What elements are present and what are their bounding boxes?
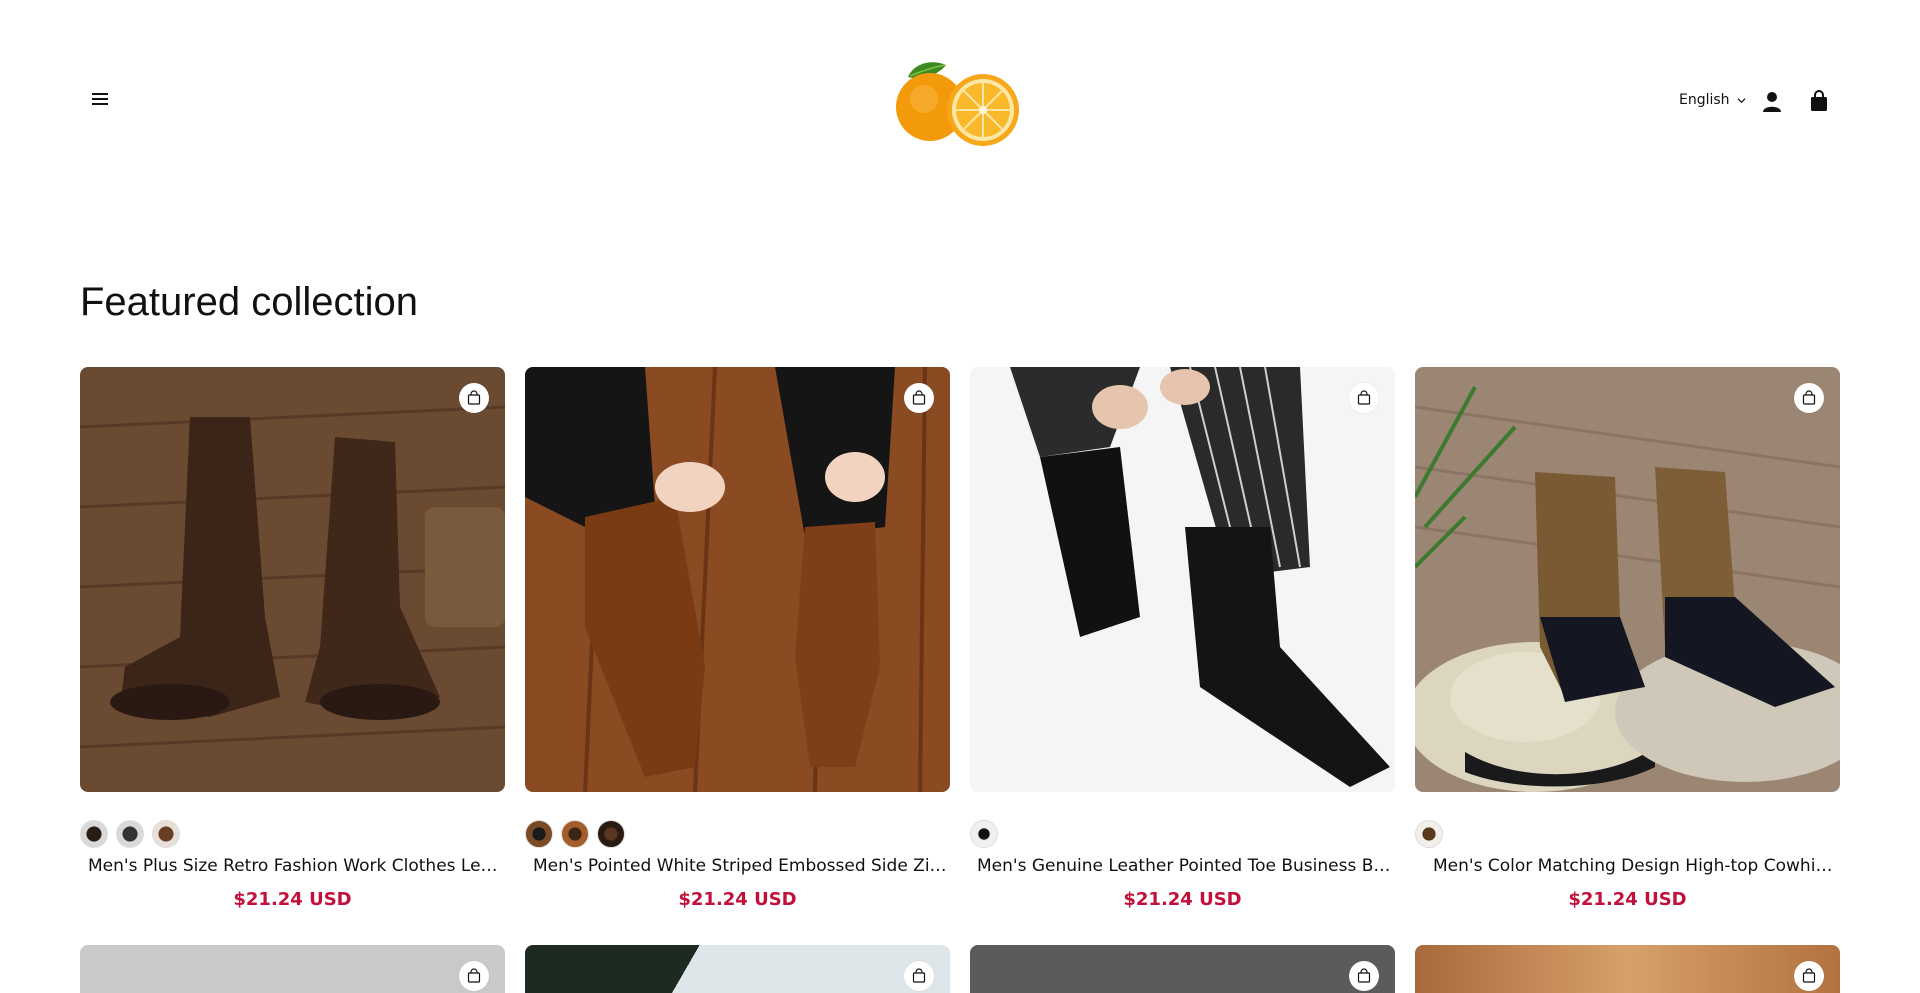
- account-button[interactable]: [1761, 91, 1783, 113]
- menu-button[interactable]: [88, 90, 112, 114]
- product-image[interactable]: [1415, 367, 1840, 792]
- color-swatch[interactable]: [525, 820, 553, 848]
- product-image[interactable]: [80, 367, 505, 792]
- orange-fruit-logo: [896, 62, 1019, 146]
- add-to-cart-icon: [1357, 968, 1371, 983]
- quick-add-button[interactable]: [904, 961, 934, 991]
- shopping-bag-icon: [1811, 90, 1827, 111]
- color-swatches: [970, 820, 998, 848]
- color-swatches: [525, 820, 625, 848]
- product-photo: [525, 367, 950, 792]
- product-card[interactable]: [80, 945, 505, 993]
- product-title[interactable]: Men's Pointed White Striped Embossed Sid…: [533, 856, 950, 876]
- quick-add-button[interactable]: [459, 383, 489, 413]
- product-photo: [1415, 367, 1840, 792]
- product-card[interactable]: Men's Color Matching Design High-top Cow…: [1415, 367, 1840, 910]
- product-image[interactable]: [970, 367, 1395, 792]
- quick-add-button[interactable]: [1794, 961, 1824, 991]
- site-header: English: [0, 0, 1920, 205]
- add-to-cart-icon: [912, 390, 926, 405]
- quick-add-button[interactable]: [904, 383, 934, 413]
- product-title[interactable]: Men's Plus Size Retro Fashion Work Cloth…: [88, 856, 505, 876]
- quick-add-button[interactable]: [1794, 383, 1824, 413]
- color-swatch[interactable]: [1415, 820, 1443, 848]
- add-to-cart-icon: [1357, 390, 1371, 405]
- product-price: $21.24 USD: [1123, 889, 1242, 910]
- quick-add-button[interactable]: [459, 961, 489, 991]
- product-price: $21.24 USD: [233, 889, 352, 910]
- language-label: English: [1679, 92, 1730, 108]
- product-photo: [970, 367, 1395, 792]
- quick-add-button[interactable]: [1349, 383, 1379, 413]
- hamburger-icon: [88, 93, 112, 105]
- quick-add-button[interactable]: [1349, 961, 1379, 991]
- add-to-cart-icon: [912, 968, 926, 983]
- chevron-down-icon: [1737, 97, 1746, 103]
- color-swatch[interactable]: [116, 820, 144, 848]
- product-card[interactable]: [970, 945, 1395, 993]
- product-title[interactable]: Men's Genuine Leather Pointed Toe Busine…: [977, 856, 1395, 876]
- product-card[interactable]: [1415, 945, 1840, 993]
- product-card[interactable]: [525, 945, 950, 993]
- color-swatch[interactable]: [80, 820, 108, 848]
- product-photo: [80, 367, 505, 792]
- section-title: Featured collection: [80, 280, 418, 324]
- store-logo[interactable]: [888, 55, 1028, 155]
- color-swatch[interactable]: [597, 820, 625, 848]
- product-card[interactable]: Men's Plus Size Retro Fashion Work Cloth…: [80, 367, 505, 910]
- color-swatches: [1415, 820, 1443, 848]
- user-icon: [1763, 92, 1781, 112]
- color-swatch[interactable]: [152, 820, 180, 848]
- color-swatch[interactable]: [970, 820, 998, 848]
- product-title[interactable]: Men's Color Matching Design High-top Cow…: [1433, 856, 1837, 876]
- add-to-cart-icon: [1802, 968, 1816, 983]
- add-to-cart-icon: [1802, 390, 1816, 405]
- product-card[interactable]: Men's Genuine Leather Pointed Toe Busine…: [970, 367, 1395, 910]
- cart-button[interactable]: [1808, 90, 1830, 112]
- product-image[interactable]: [525, 367, 950, 792]
- product-price: $21.24 USD: [1568, 889, 1687, 910]
- product-card[interactable]: Men's Pointed White Striped Embossed Sid…: [525, 367, 950, 910]
- color-swatch[interactable]: [561, 820, 589, 848]
- add-to-cart-icon: [467, 390, 481, 405]
- add-to-cart-icon: [467, 968, 481, 983]
- product-price: $21.24 USD: [678, 889, 797, 910]
- language-selector[interactable]: English: [1679, 92, 1746, 108]
- color-swatches: [80, 820, 180, 848]
